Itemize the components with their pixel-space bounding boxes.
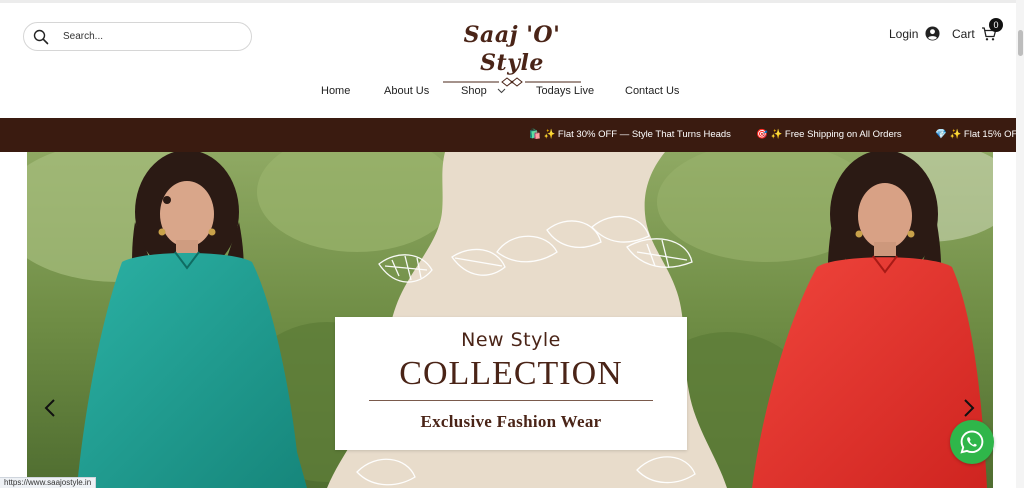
cart-count-badge: 0 <box>989 18 1003 32</box>
nav-item-about-us[interactable]: About Us <box>384 85 429 97</box>
collection-title: COLLECTION <box>399 355 623 392</box>
site-logo[interactable]: Saaj 'O' Style <box>436 21 588 87</box>
status-bar-url: https://www.saajostyle.in <box>0 477 97 488</box>
hero-slider[interactable]: New Style COLLECTION Exclusive Fashion W… <box>27 152 993 488</box>
collection-tagline: Exclusive Fashion Wear <box>420 412 602 431</box>
login-link[interactable]: Login <box>889 26 940 41</box>
scrollbar-thumb[interactable] <box>1018 30 1023 56</box>
cart-label: Cart <box>952 27 975 41</box>
announcement-item: 🛍️ ✨ Flat 30% OFF — Style That Turns Hea… <box>529 129 731 140</box>
announcement-bar: 🛍️ ✨ Flat 30% OFF — Style That Turns Hea… <box>0 118 1020 152</box>
collection-card[interactable]: New Style COLLECTION Exclusive Fashion W… <box>335 317 687 450</box>
announcement-item: 🎯 ✨ Free Shipping on All Orders <box>756 129 902 140</box>
nav-item-shop[interactable]: Shop <box>461 85 506 97</box>
nav-item-todays-live[interactable]: Todays Live <box>536 85 594 97</box>
chevron-right-icon[interactable] <box>961 398 977 418</box>
whatsapp-icon <box>960 430 984 454</box>
page-scrollbar[interactable] <box>1016 0 1024 488</box>
nav-item-contact-us[interactable]: Contact Us <box>625 85 679 97</box>
logo-text: Saaj 'O' Style <box>463 22 561 76</box>
collection-divider <box>369 400 653 401</box>
main-nav: Home About Us Shop Todays Live Contact U… <box>0 85 1016 103</box>
search-icon[interactable] <box>33 29 49 45</box>
nav-item-shop-label: Shop <box>461 85 487 97</box>
nav-item-home[interactable]: Home <box>321 85 350 97</box>
chevron-down-icon <box>497 88 506 94</box>
search-input[interactable] <box>63 31 233 42</box>
whatsapp-button[interactable] <box>950 420 994 464</box>
login-label: Login <box>889 26 919 41</box>
page: Saaj 'O' Style Login Cart <box>0 0 1024 488</box>
site-header: Saaj 'O' Style Login Cart <box>0 3 1016 118</box>
cart-link[interactable]: Cart 0 <box>952 18 1003 42</box>
collection-subtitle: New Style <box>461 329 561 351</box>
user-circle-icon <box>925 26 940 41</box>
chevron-left-icon[interactable] <box>42 398 58 418</box>
search-box[interactable] <box>23 22 252 51</box>
announcement-item: 💎 ✨ Flat 15% OFF on <box>935 129 1020 140</box>
